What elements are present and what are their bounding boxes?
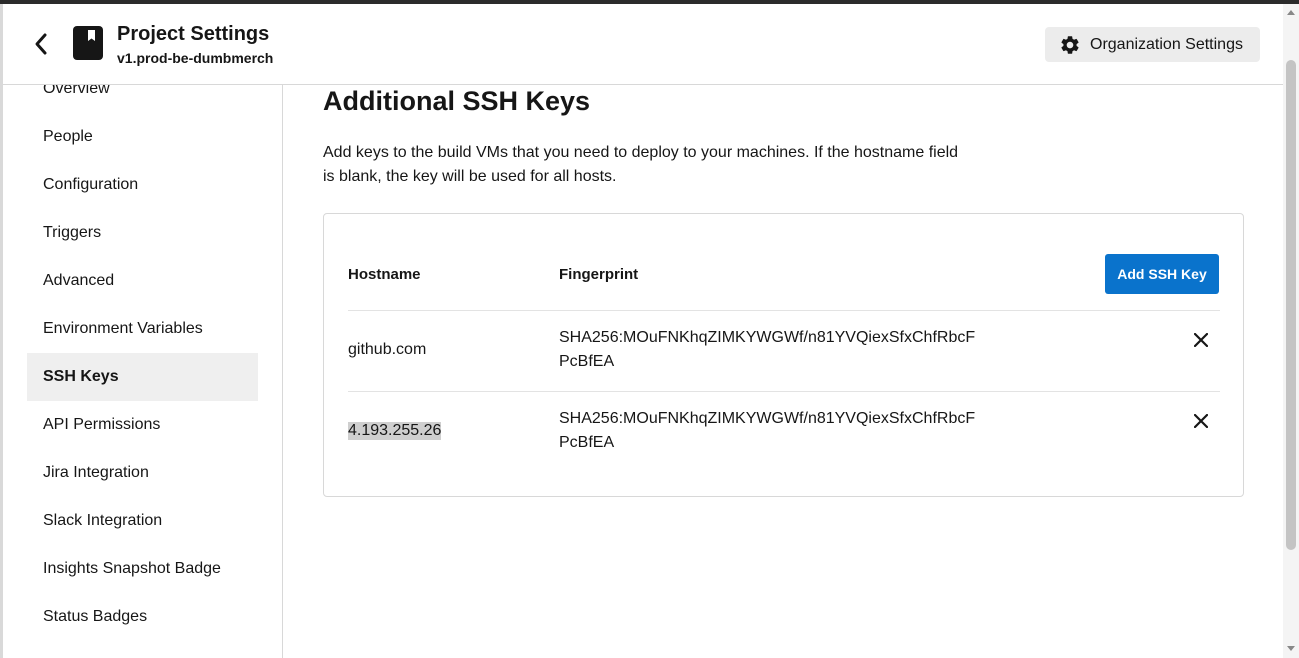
hostname-cell: 4.193.255.26 bbox=[348, 422, 442, 440]
sidebar-item-overview[interactable]: Overview bbox=[27, 85, 258, 113]
main-content: Additional SSH Keys Add keys to the buil… bbox=[284, 85, 1283, 658]
project-name: v1.prod-be-dumbmerch bbox=[117, 50, 274, 66]
section-title: Additional SSH Keys bbox=[323, 86, 591, 116]
ssh-keys-card: Hostname Fingerprint Add SSH Key github.… bbox=[323, 213, 1244, 497]
close-icon bbox=[1194, 333, 1208, 347]
sidebar-item-advanced[interactable]: Advanced bbox=[27, 257, 258, 305]
organization-settings-button[interactable]: Organization Settings bbox=[1045, 27, 1260, 62]
sidebar-item-people[interactable]: People bbox=[27, 113, 258, 161]
section-description: Add keys to the build VMs that you need … bbox=[323, 144, 959, 185]
scrollbar-thumb[interactable] bbox=[1286, 60, 1296, 550]
chevron-left-icon bbox=[35, 33, 47, 55]
fingerprint-cell: SHA256:MOuFNKhqZIMKYWGWf/n81YVQiexSfxChf… bbox=[559, 329, 976, 370]
sidebar-item-status-badges[interactable]: Status Badges bbox=[27, 593, 258, 641]
sidebar-item-triggers[interactable]: Triggers bbox=[27, 209, 258, 257]
scroll-up-arrow-icon[interactable] bbox=[1287, 10, 1295, 15]
column-header-hostname: Hostname bbox=[348, 266, 421, 283]
gear-icon bbox=[1061, 35, 1079, 54]
fingerprint-cell: SHA256:MOuFNKhqZIMKYWGWf/n81YVQiexSfxChf… bbox=[559, 410, 976, 451]
organization-settings-label: Organization Settings bbox=[1090, 35, 1243, 53]
close-icon bbox=[1194, 414, 1208, 428]
sidebar-item-jira-integration[interactable]: Jira Integration bbox=[27, 449, 258, 497]
bookmark-icon bbox=[73, 26, 103, 60]
row-divider bbox=[348, 310, 1220, 311]
scroll-down-arrow-icon[interactable] bbox=[1287, 646, 1295, 651]
delete-key-button[interactable] bbox=[1190, 410, 1212, 432]
hostname-cell: github.com bbox=[348, 341, 427, 358]
sidebar-item-ssh-keys[interactable]: SSH Keys bbox=[27, 353, 258, 401]
sidebar-item-configuration[interactable]: Configuration bbox=[27, 161, 258, 209]
page-scrollbar[interactable] bbox=[1283, 4, 1299, 658]
settings-sidebar: Overview People Configuration Triggers A… bbox=[3, 85, 283, 658]
row-divider bbox=[348, 391, 1220, 392]
delete-key-button[interactable] bbox=[1190, 329, 1212, 351]
sidebar-item-insights-snapshot-badge[interactable]: Insights Snapshot Badge bbox=[27, 545, 258, 593]
back-button[interactable] bbox=[27, 28, 55, 60]
sidebar-item-environment-variables[interactable]: Environment Variables bbox=[27, 305, 258, 353]
page-title: Project Settings bbox=[117, 23, 270, 45]
add-ssh-key-button[interactable]: Add SSH Key bbox=[1105, 254, 1219, 294]
column-header-fingerprint: Fingerprint bbox=[559, 266, 639, 283]
title-block: Project Settings v1.prod-be-dumbmerch bbox=[117, 22, 273, 66]
sidebar-item-api-permissions[interactable]: API Permissions bbox=[27, 401, 258, 449]
page-header: Project Settings v1.prod-be-dumbmerch Or… bbox=[3, 4, 1283, 85]
sidebar-item-slack-integration[interactable]: Slack Integration bbox=[27, 497, 258, 545]
